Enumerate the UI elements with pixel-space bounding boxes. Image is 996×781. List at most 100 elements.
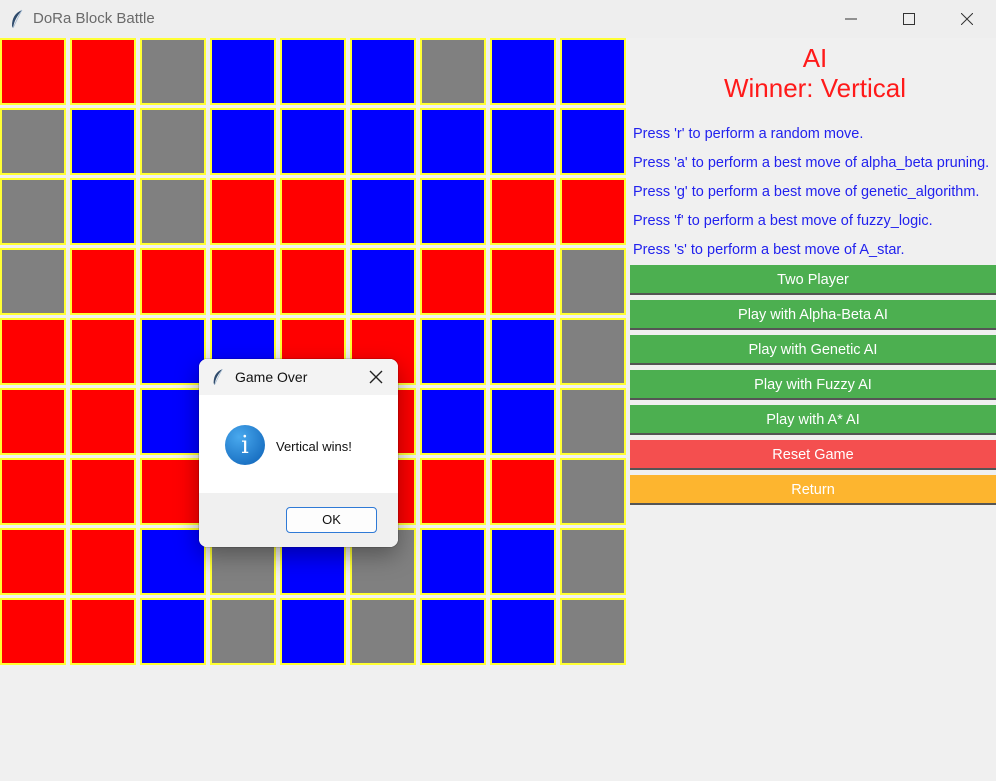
board-cell[interactable] xyxy=(490,458,556,525)
hint-alpha-beta: Press 'a' to perform a best move of alph… xyxy=(633,155,990,171)
fuzzy-ai-button[interactable]: Play with Fuzzy AI xyxy=(630,370,996,400)
board-cell[interactable] xyxy=(280,248,346,315)
board-cell[interactable] xyxy=(560,458,626,525)
board-cell[interactable] xyxy=(280,108,346,175)
board-cell[interactable] xyxy=(350,598,416,665)
dialog-title: Game Over xyxy=(235,369,308,385)
maximize-button[interactable] xyxy=(880,0,938,38)
maximize-icon xyxy=(903,13,915,25)
board-cell[interactable] xyxy=(280,38,346,105)
board-cell[interactable] xyxy=(210,248,276,315)
board-cell[interactable] xyxy=(420,178,486,245)
board-cell[interactable] xyxy=(210,178,276,245)
board-cell[interactable] xyxy=(0,318,66,385)
board-cell[interactable] xyxy=(490,38,556,105)
board-cell[interactable] xyxy=(560,528,626,595)
board-cell[interactable] xyxy=(0,458,66,525)
board-cell[interactable] xyxy=(70,108,136,175)
board-cell[interactable] xyxy=(140,388,206,455)
board-cell[interactable] xyxy=(0,108,66,175)
info-icon: i xyxy=(225,425,265,465)
board-cell[interactable] xyxy=(70,38,136,105)
board-cell[interactable] xyxy=(70,388,136,455)
board-cell[interactable] xyxy=(420,38,486,105)
board-cell[interactable] xyxy=(210,598,276,665)
board-cell[interactable] xyxy=(70,248,136,315)
board-cell[interactable] xyxy=(350,108,416,175)
control-panel: AI Winner: Vertical Press 'r' to perform… xyxy=(628,38,996,781)
board-cell[interactable] xyxy=(560,108,626,175)
board-cell[interactable] xyxy=(420,458,486,525)
board-cell[interactable] xyxy=(140,318,206,385)
board-cell[interactable] xyxy=(560,248,626,315)
board-cell[interactable] xyxy=(560,38,626,105)
board-cell[interactable] xyxy=(210,108,276,175)
board-cell[interactable] xyxy=(280,598,346,665)
window-title: DoRa Block Battle xyxy=(33,10,155,27)
board-cell[interactable] xyxy=(420,318,486,385)
board-cell[interactable] xyxy=(560,318,626,385)
board-cell[interactable] xyxy=(350,248,416,315)
title-bar: DoRa Block Battle xyxy=(0,0,996,38)
board-cell[interactable] xyxy=(140,528,206,595)
reset-game-button[interactable]: Reset Game xyxy=(630,440,996,470)
board-cell[interactable] xyxy=(140,108,206,175)
board-cell[interactable] xyxy=(280,178,346,245)
board-cell[interactable] xyxy=(560,598,626,665)
hint-genetic: Press 'g' to perform a best move of gene… xyxy=(633,184,980,200)
close-icon[interactable] xyxy=(367,368,385,386)
feather-icon xyxy=(12,9,23,29)
board-cell[interactable] xyxy=(70,458,136,525)
dialog-body: i Vertical wins! xyxy=(199,395,398,493)
board-cell[interactable] xyxy=(0,38,66,105)
board-cell[interactable] xyxy=(420,528,486,595)
board-cell[interactable] xyxy=(490,178,556,245)
board-cell[interactable] xyxy=(70,598,136,665)
board-cell[interactable] xyxy=(0,178,66,245)
board-cell[interactable] xyxy=(0,388,66,455)
return-button[interactable]: Return xyxy=(630,475,996,505)
board-cell[interactable] xyxy=(70,318,136,385)
minimize-button[interactable] xyxy=(822,0,880,38)
board-cell[interactable] xyxy=(420,248,486,315)
board-cell[interactable] xyxy=(490,388,556,455)
board-cell[interactable] xyxy=(0,528,66,595)
a-star-ai-button[interactable]: Play with A* AI xyxy=(630,405,996,435)
board-cell[interactable] xyxy=(490,248,556,315)
board-cell[interactable] xyxy=(490,528,556,595)
dialog-header: Game Over xyxy=(199,359,398,395)
board-cell[interactable] xyxy=(140,248,206,315)
board-cell[interactable] xyxy=(70,178,136,245)
close-icon xyxy=(961,13,973,25)
board-cell[interactable] xyxy=(0,248,66,315)
board-cell[interactable] xyxy=(140,178,206,245)
board-cell[interactable] xyxy=(70,528,136,595)
game-over-dialog: Game Over i Vertical wins! OK xyxy=(199,359,398,547)
board-cell[interactable] xyxy=(350,178,416,245)
close-window-button[interactable] xyxy=(938,0,996,38)
mode-title: AI xyxy=(802,43,828,73)
winner-label: Winner: Vertical xyxy=(723,73,907,103)
board-cell[interactable] xyxy=(140,38,206,105)
board-cell[interactable] xyxy=(490,318,556,385)
board-cell[interactable] xyxy=(420,598,486,665)
board-cell[interactable] xyxy=(490,598,556,665)
alpha-beta-ai-button[interactable]: Play with Alpha-Beta AI xyxy=(630,300,996,330)
board-cell[interactable] xyxy=(560,178,626,245)
board-cell[interactable] xyxy=(420,108,486,175)
genetic-ai-button[interactable]: Play with Genetic AI xyxy=(630,335,996,365)
dialog-footer: OK xyxy=(199,493,398,547)
hint-fuzzy: Press 'f' to perform a best move of fuzz… xyxy=(633,213,933,229)
board-cell[interactable] xyxy=(0,598,66,665)
board-cell[interactable] xyxy=(560,388,626,455)
board-cell[interactable] xyxy=(140,598,206,665)
board-cell[interactable] xyxy=(210,38,276,105)
two-player-button[interactable]: Two Player xyxy=(630,265,996,295)
board-cell[interactable] xyxy=(140,458,206,525)
board-cell[interactable] xyxy=(490,108,556,175)
game-board[interactable] xyxy=(0,38,628,668)
board-cell[interactable] xyxy=(420,388,486,455)
ok-button[interactable]: OK xyxy=(286,507,377,533)
minimize-icon xyxy=(845,18,857,20)
board-cell[interactable] xyxy=(350,38,416,105)
